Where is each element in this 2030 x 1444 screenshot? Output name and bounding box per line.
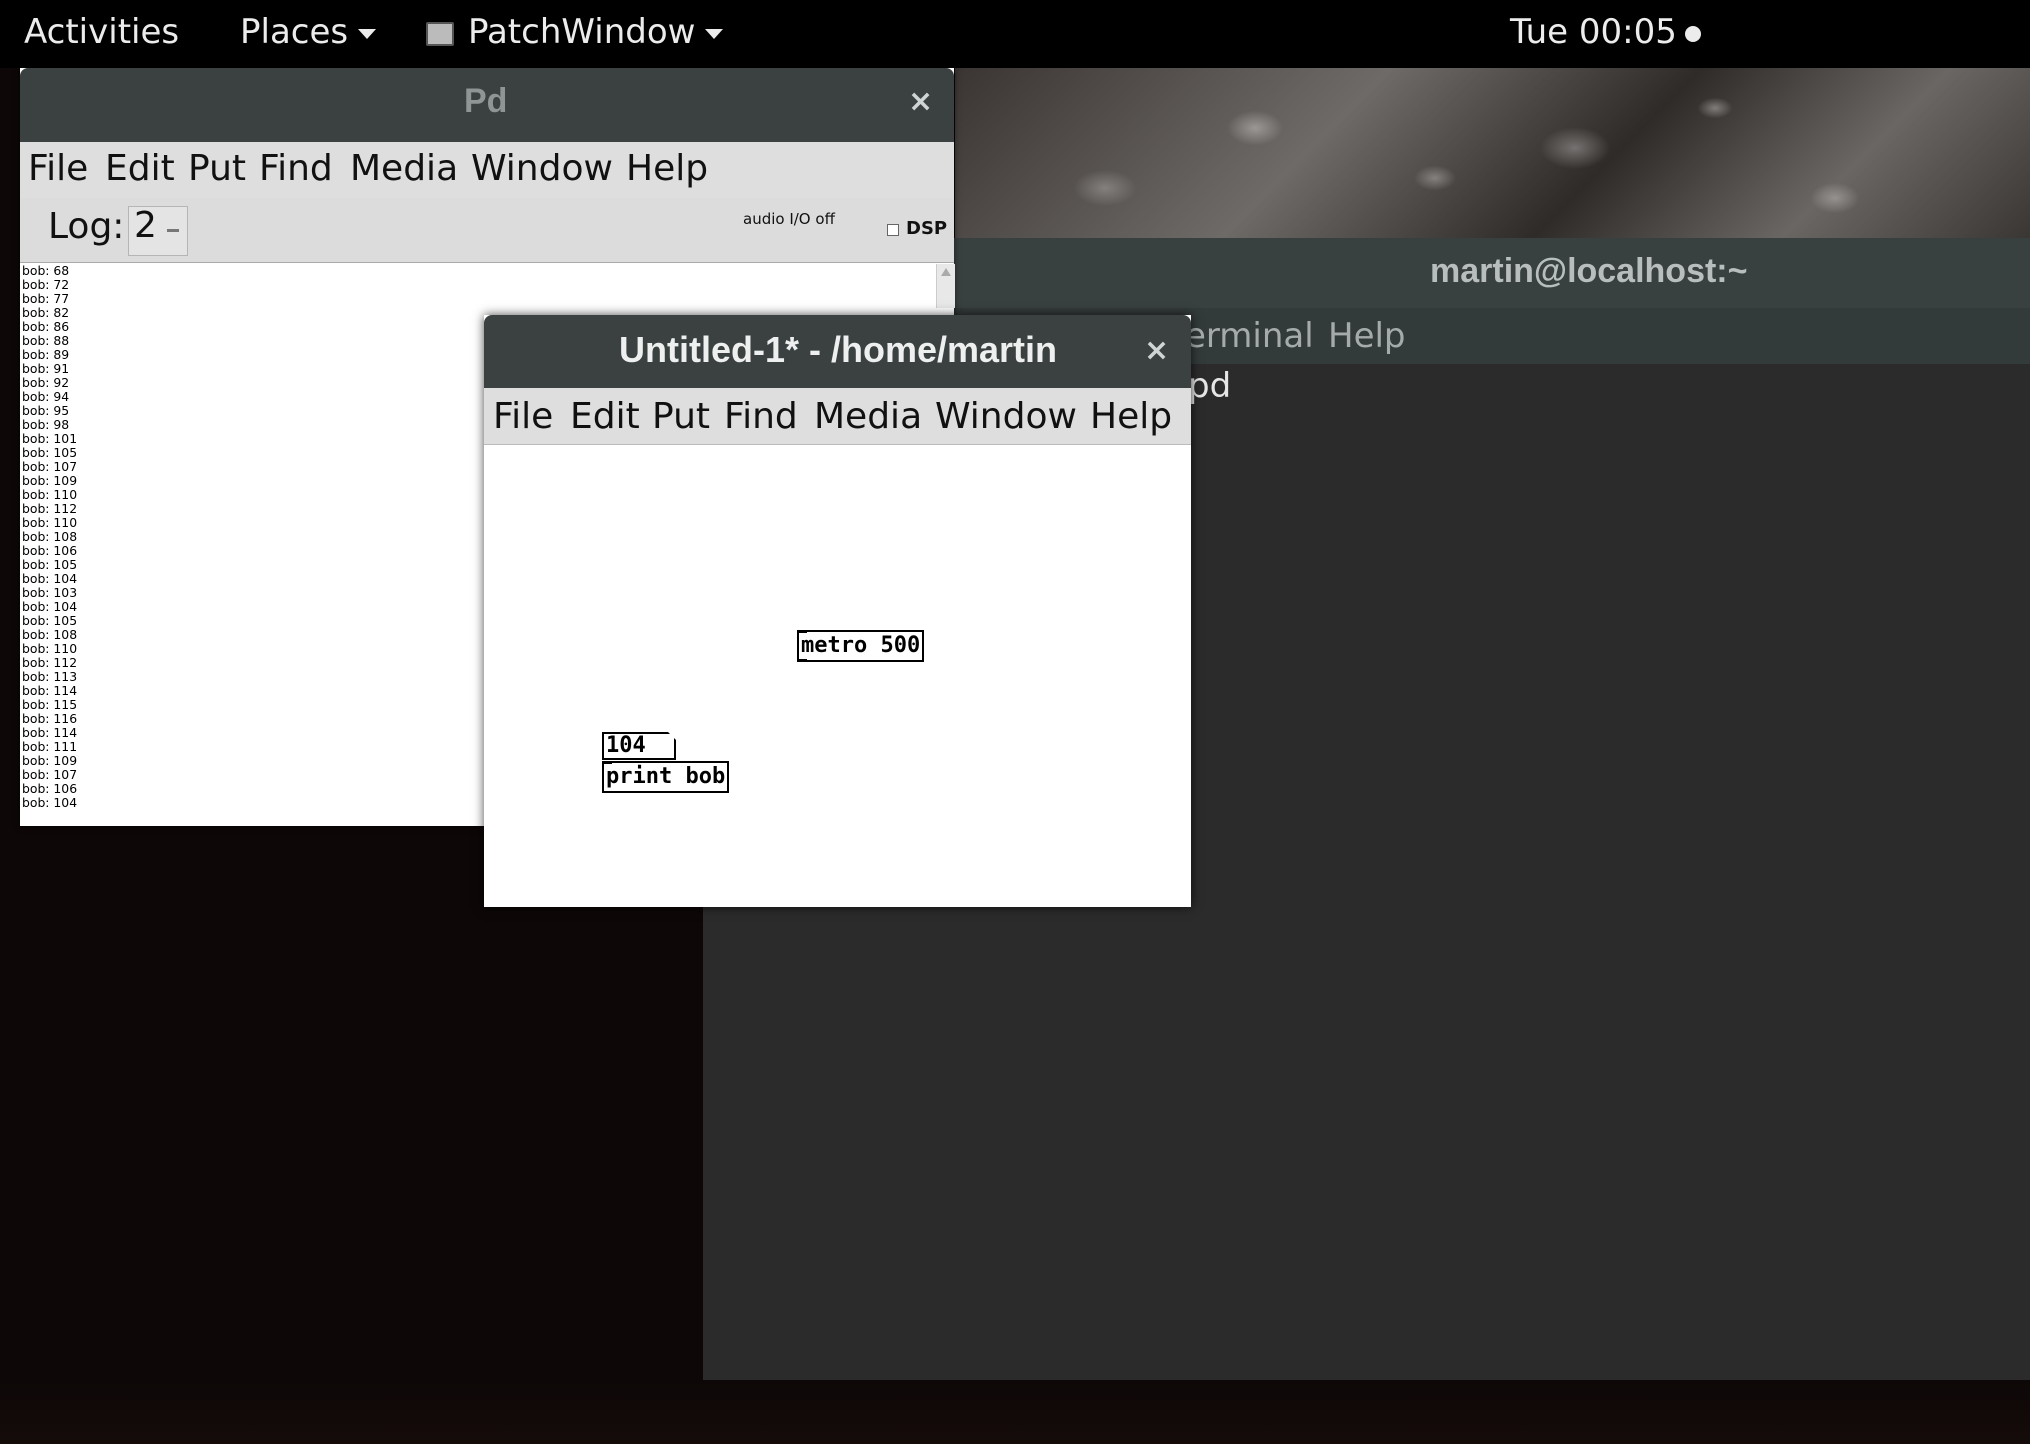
pd-main-title: Pd [464,82,508,120]
scroll-up-icon[interactable] [941,268,951,276]
dsp-label: DSP [906,218,948,239]
desktop-background [0,1380,2030,1444]
menu-put[interactable]: Put [188,148,246,189]
inlet[interactable] [797,630,807,633]
menu-put[interactable]: Put [652,396,710,437]
menu-window[interactable]: Window [471,148,613,189]
metro-object[interactable]: metro 500 [797,630,925,662]
pd-main-menubar: File Edit Put Find Media Window Help [20,142,954,199]
desktop-wallpaper [955,68,2030,238]
menu-file[interactable]: File [493,396,553,437]
chevron-down-icon [705,28,724,39]
activities-button[interactable]: Activities [24,12,179,52]
terminal-text: pd [1188,366,1232,406]
status-dot-icon [1684,25,1701,42]
app-menu[interactable]: PatchWindow [426,12,724,52]
metro-object-label: metro 500 [801,633,921,658]
log-label: Log: [48,206,125,247]
menu-help[interactable]: Help [1090,396,1172,437]
places-menu[interactable]: Places [240,12,377,52]
close-icon[interactable]: × [1144,333,1169,368]
console-line: bob: 72 [22,277,70,292]
top-bar: Activities Places PatchWindow Tue 00:05 [0,0,2030,68]
log-level-value: 2 [134,205,157,246]
print-object-label: print bob [606,764,726,789]
terminal-menu-terminal[interactable]: erminal [1185,316,1314,356]
menu-edit[interactable]: Edit [105,148,175,189]
outlet[interactable] [797,659,807,662]
inlet[interactable] [602,761,612,764]
menu-media[interactable]: Media [350,148,458,189]
print-object[interactable]: print bob [602,761,730,793]
console-scrollbar[interactable] [936,264,955,308]
pd-main-toolbar: Log: 2 audio I/O off DSP [20,198,954,263]
places-label: Places [240,12,349,52]
dsp-checkbox[interactable] [887,224,899,236]
dropdown-indicator-icon [167,229,179,232]
menu-find[interactable]: Find [259,148,333,189]
menu-find[interactable]: Find [724,396,798,437]
terminal-menu-help[interactable]: Help [1328,316,1406,356]
patch-titlebar[interactable]: Untitled-1* - /home/martin × [484,315,1191,388]
window-icon [426,21,454,46]
patch-window: Untitled-1* - /home/martin × File Edit P… [484,315,1191,907]
clock[interactable]: Tue 00:05 [1510,12,1701,52]
menu-window[interactable]: Window [935,396,1077,437]
app-menu-label: PatchWindow [468,12,696,52]
number-box-value: 104 [606,733,646,758]
menu-file[interactable]: File [28,148,88,189]
pd-main-titlebar[interactable]: Pd × [20,68,954,142]
menu-media[interactable]: Media [814,396,922,437]
number-box[interactable]: 104 [602,732,676,760]
menu-edit[interactable]: Edit [570,396,640,437]
patch-canvas[interactable]: metro 500 104 print bob [484,445,1191,907]
terminal-title: martin@localhost:~ [1430,252,1748,290]
audio-status: audio I/O off [743,210,835,228]
patch-menubar: File Edit Put Find Media Window Help [484,388,1191,445]
patch-title: Untitled-1* - /home/martin [619,329,1058,370]
console-line: bob: 68 [22,264,70,278]
log-level-select[interactable]: 2 [128,205,188,256]
console-line: bob: 77 [22,291,70,306]
chevron-down-icon [358,28,377,39]
close-icon[interactable]: × [908,84,933,119]
menu-help[interactable]: Help [626,148,708,189]
clock-label: Tue 00:05 [1510,12,1677,52]
